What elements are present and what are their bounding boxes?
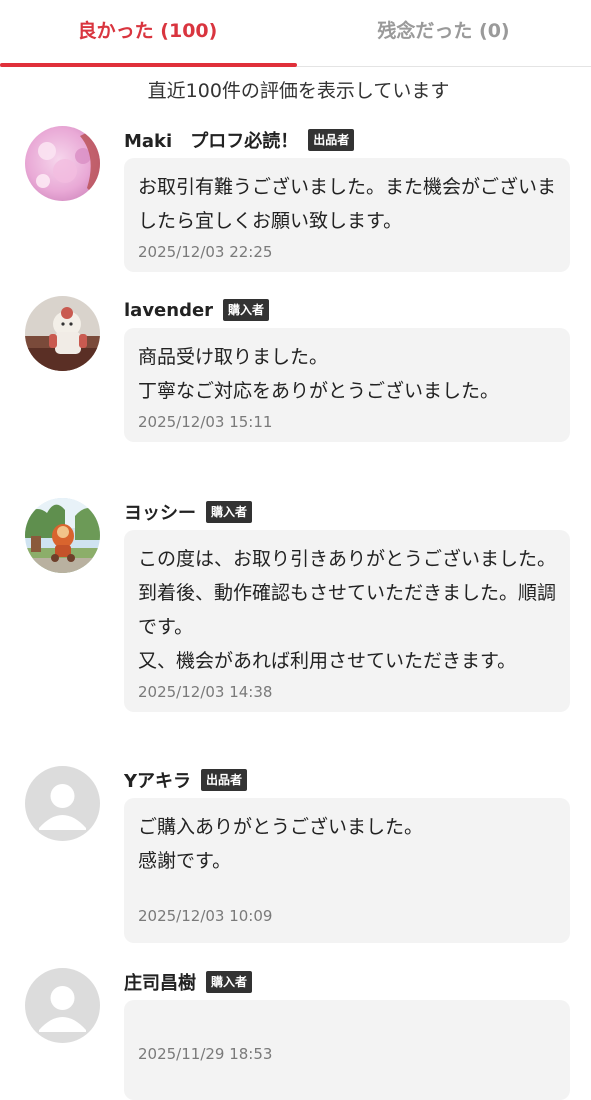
avatar[interactable] bbox=[25, 296, 100, 371]
reviewer-row: Maki プロフ必読！ 出品者 bbox=[124, 126, 355, 154]
avatar[interactable] bbox=[25, 766, 100, 841]
comment-bubble: お取引有難うございました。また機会がございましたら宜しくお願い致します。 202… bbox=[124, 158, 570, 272]
review-comment: お取引有難うございました。また機会がございましたら宜しくお願い致します。 bbox=[138, 176, 557, 232]
review-comment: この度は、お取り引きありがとうございました。到着後、動作確認もさせていただきまし… bbox=[138, 548, 557, 672]
review-timestamp: 2025/12/03 14:38 bbox=[138, 683, 273, 701]
role-badge: 購入者 bbox=[206, 971, 253, 993]
default-user-icon bbox=[25, 968, 100, 1043]
park-character-photo bbox=[25, 498, 100, 573]
comment-bubble: ご購入ありがとうございました。 感謝です。 2025/12/03 10:09 bbox=[124, 798, 570, 943]
reviewer-name[interactable]: Yアキラ bbox=[124, 767, 191, 793]
tab-good-ratings[interactable]: 良かった (100) bbox=[0, 0, 295, 66]
reviewer-row: lavender 購入者 bbox=[124, 296, 270, 324]
review-timestamp: 2025/11/29 18:53 bbox=[138, 1045, 273, 1063]
role-badge: 出品者 bbox=[201, 769, 248, 791]
reviewer-name[interactable]: lavender bbox=[124, 300, 213, 321]
ratings-notice: 直近100件の評価を表示しています bbox=[147, 80, 450, 102]
role-badge: 購入者 bbox=[206, 501, 253, 523]
figure-photo bbox=[25, 296, 100, 371]
comment-bubble: この度は、お取り引きありがとうございました。到着後、動作確認もさせていただきまし… bbox=[124, 530, 570, 712]
review-comment: 商品受け取りました。 丁寧なご対応をありがとうございました。 bbox=[138, 346, 500, 402]
reviewer-name[interactable]: Maki プロフ必読！ bbox=[124, 127, 298, 153]
avatar[interactable] bbox=[25, 126, 100, 201]
role-badge: 購入者 bbox=[223, 299, 270, 321]
review-comment: ご購入ありがとうございました。 感謝です。 bbox=[138, 816, 424, 872]
reviewer-name[interactable]: ヨッシー bbox=[124, 499, 196, 525]
reviewer-row: 庄司昌樹 購入者 bbox=[124, 968, 253, 996]
comment-bubble: 商品受け取りました。 丁寧なご対応をありがとうございました。 2025/12/0… bbox=[124, 328, 570, 442]
avatar[interactable] bbox=[25, 498, 100, 573]
reviewer-name[interactable]: 庄司昌樹 bbox=[124, 969, 196, 995]
role-badge: 出品者 bbox=[308, 129, 355, 151]
reviewer-row: ヨッシー 購入者 bbox=[124, 498, 253, 526]
pink-flower-photo bbox=[25, 126, 100, 201]
review-timestamp: 2025/12/03 22:25 bbox=[138, 243, 273, 261]
active-tab-indicator bbox=[0, 63, 297, 67]
default-user-icon bbox=[25, 766, 100, 841]
tab-bad-ratings[interactable]: 残念だった (0) bbox=[296, 0, 591, 66]
avatar[interactable] bbox=[25, 968, 100, 1043]
reviewer-row: Yアキラ 出品者 bbox=[124, 766, 248, 794]
review-timestamp: 2025/12/03 10:09 bbox=[138, 907, 273, 925]
review-timestamp: 2025/12/03 15:11 bbox=[138, 413, 273, 431]
rating-tabs: 良かった (100) 残念だった (0) bbox=[0, 0, 591, 67]
comment-bubble: 2025/11/29 18:53 bbox=[124, 1000, 570, 1100]
